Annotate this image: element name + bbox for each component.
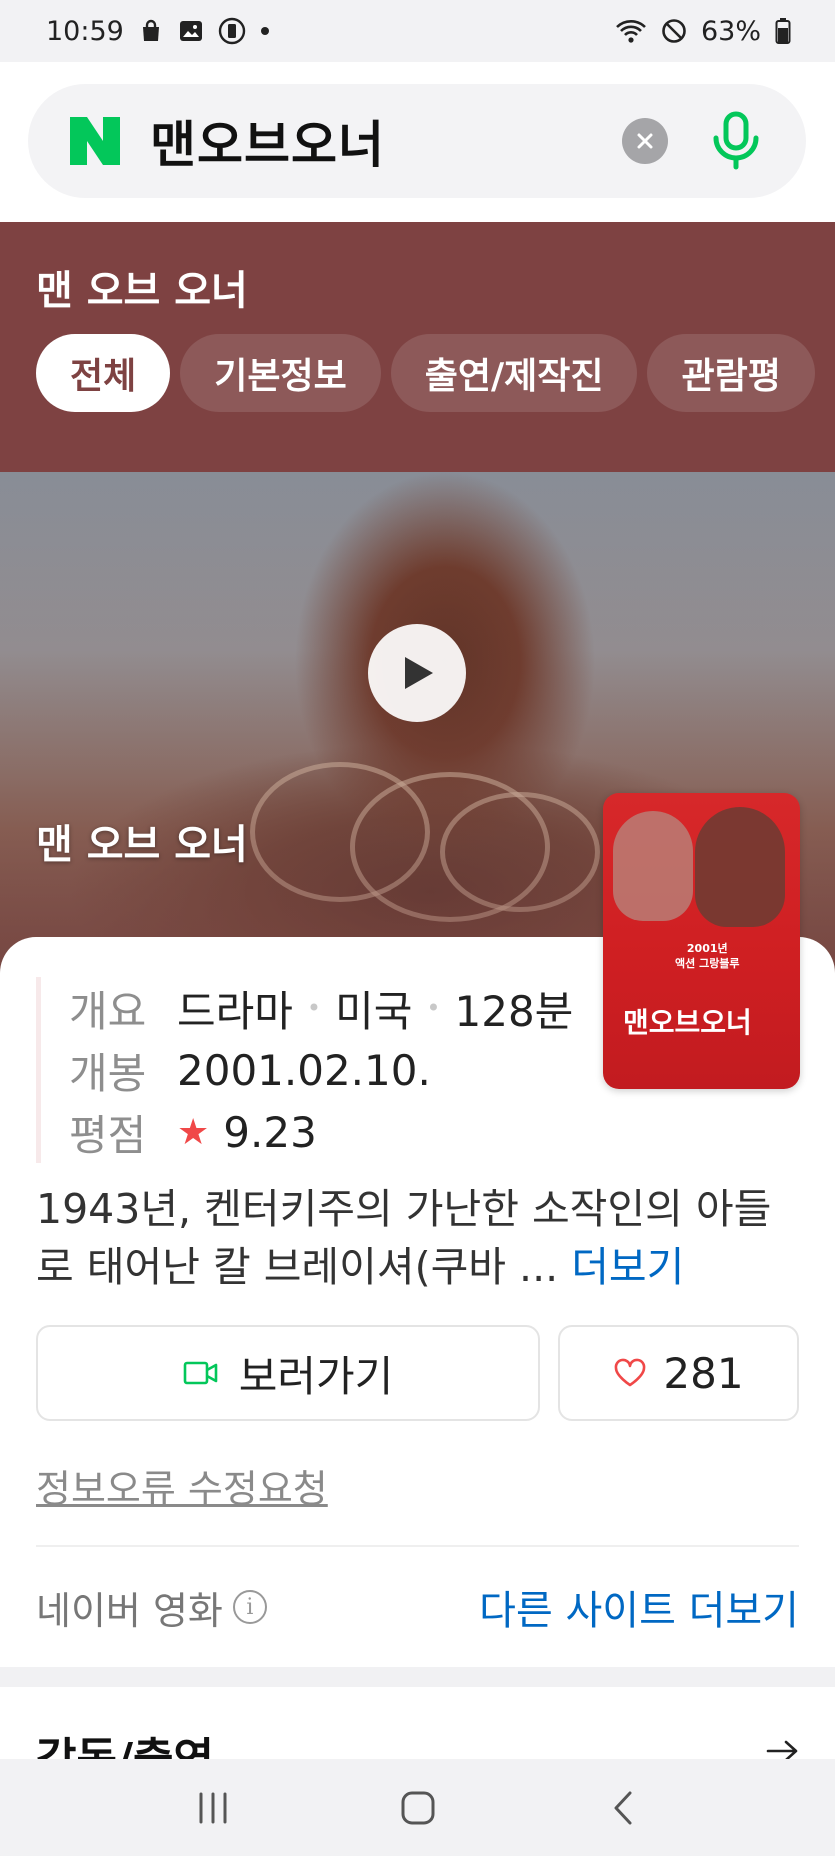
video-caption: 맨 오브 오너 — [36, 822, 248, 868]
gallery-icon — [178, 18, 204, 44]
system-nav-bar — [0, 1759, 835, 1856]
home-button[interactable] — [378, 1778, 458, 1838]
mic-icon — [713, 111, 759, 170]
voice-search-button[interactable] — [706, 111, 766, 171]
fact-key: 개요 — [69, 986, 147, 1036]
star-icon: ★ — [177, 1111, 210, 1153]
section-title: 감독/출연 — [36, 1723, 214, 1759]
poster-subtitle: 2001년 액션 그랑블루 — [675, 942, 740, 970]
synopsis-more-link[interactable]: 더보기 — [571, 1243, 684, 1291]
tab-all[interactable]: 전체 — [36, 334, 171, 412]
source-label-wrap[interactable]: 네이버 영화 i — [36, 1580, 267, 1635]
poster-figure — [613, 811, 693, 921]
arrow-right-icon — [766, 1740, 798, 1759]
poster-title: 맨오브오너 — [623, 1006, 752, 1039]
fact-key: 평점 — [69, 1110, 147, 1160]
fact-release: 개봉 2001.02.10. — [69, 1039, 573, 1101]
back-button[interactable] — [583, 1778, 663, 1838]
play-icon — [405, 657, 433, 689]
recent-apps-icon — [199, 1792, 226, 1823]
recent-apps-button[interactable] — [173, 1778, 253, 1838]
close-icon — [637, 133, 653, 149]
tab-reviews[interactable]: 관람평 — [647, 334, 815, 412]
status-time: 10:59 — [46, 15, 124, 47]
shopping-bag-icon — [138, 18, 164, 44]
synopsis: 1943년, 켄터키주의 가난한 소작인의 아들로 태어난 칼 브레이셔(쿠바 … — [36, 1180, 796, 1296]
video-camera-icon — [183, 1361, 218, 1385]
separator-dot: • — [306, 994, 322, 1022]
tab-basic-info[interactable]: 기본정보 — [180, 334, 381, 412]
clear-search-button[interactable] — [622, 118, 668, 164]
info-icon[interactable]: i — [232, 1590, 267, 1624]
battery-icon — [775, 17, 791, 45]
back-icon — [614, 1791, 631, 1824]
movie-poster[interactable]: 2001년 액션 그랑블루 맨오브오너 — [603, 793, 800, 1089]
section-separator — [0, 1667, 835, 1687]
home-icon — [401, 1791, 434, 1824]
tab-cast-crew[interactable]: 출연/제작진 — [390, 334, 638, 412]
naver-logo[interactable] — [70, 116, 120, 166]
movie-title: 맨 오브 오너 — [36, 268, 248, 314]
search-header: 맨오브오너 — [0, 62, 835, 222]
like-count: 281 — [663, 1348, 744, 1398]
separator-dot: • — [426, 994, 441, 1022]
divider — [36, 1545, 799, 1547]
watch-button[interactable]: 보러가기 — [36, 1325, 540, 1421]
poster-figure — [695, 807, 785, 927]
rating-value-wrap[interactable]: ★ 9.23 — [177, 1108, 317, 1157]
genre[interactable]: 드라마 — [177, 978, 293, 1039]
movie-facts: 개요 드라마 • 미국 • 128분 개봉 2001.02.10. 평점 ★ 9… — [36, 977, 573, 1163]
director-cast-section[interactable]: 감독/출연 — [0, 1687, 835, 1759]
dot-icon — [260, 26, 270, 36]
battery-percent: 63% — [700, 15, 761, 47]
wifi-icon — [615, 18, 647, 44]
rating-value: 9.23 — [223, 1107, 317, 1157]
release-date: 2001.02.10. — [177, 1045, 431, 1095]
like-button[interactable]: 281 — [558, 1325, 799, 1421]
search-input[interactable]: 맨오브오너 — [150, 105, 622, 177]
fact-overview: 개요 드라마 • 미국 • 128분 — [69, 977, 573, 1039]
search-box[interactable]: 맨오브오너 — [28, 84, 806, 198]
runtime: 128분 — [454, 986, 574, 1036]
other-sites-link[interactable]: 다른 사이트 더보기 — [479, 1578, 799, 1636]
movie-tabs: 전체 기본정보 출연/제작진 관람평 — [36, 334, 815, 412]
fact-value: 드라마 • 미국 • 128분 — [177, 978, 573, 1039]
play-button[interactable] — [368, 624, 466, 722]
vibrate-icon — [218, 17, 246, 45]
heart-icon — [615, 1358, 646, 1387]
report-error-link[interactable]: 정보오류 수정요청 — [36, 1458, 328, 1513]
country[interactable]: 미국 — [335, 978, 412, 1039]
dnd-icon — [661, 18, 687, 44]
source-label: 네이버 영화 — [36, 1588, 223, 1633]
watch-button-label: 보러가기 — [238, 1351, 394, 1401]
fact-rating: 평점 ★ 9.23 — [69, 1101, 573, 1163]
source-row: 네이버 영화 i 다른 사이트 더보기 — [36, 1578, 799, 1636]
fact-key: 개봉 — [69, 1048, 147, 1098]
status-bar: 10:59 63% — [0, 0, 835, 62]
